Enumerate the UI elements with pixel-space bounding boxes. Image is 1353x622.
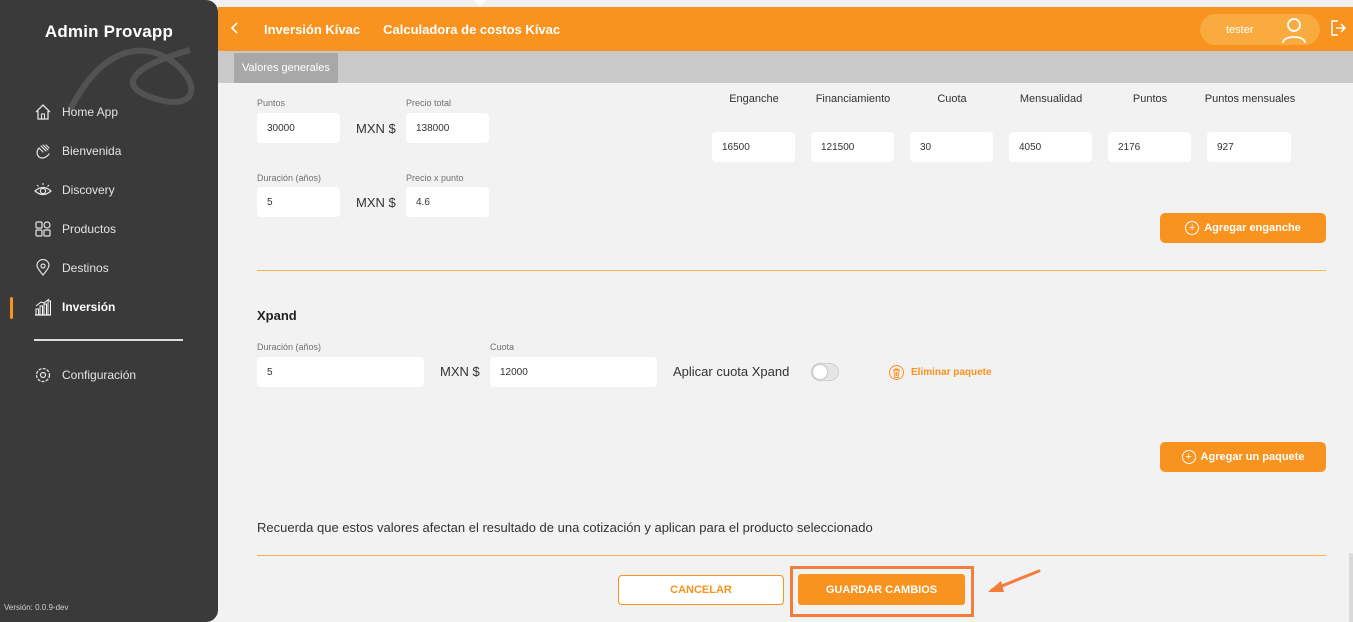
info-note: Recuerda que estos valores afectan el re… [257,520,873,535]
home-icon [34,103,52,121]
plus-circle-icon: + [1181,450,1196,464]
add-enganche-button[interactable]: + Agregar enganche [1160,213,1326,243]
gear-icon [34,366,52,384]
duracion-label: Duración (años) [257,173,322,183]
cancel-button[interactable]: CANCELAR [618,575,784,605]
currency-label: MXN $ [440,364,480,379]
xpand-cuota-label: Cuota [490,342,515,352]
sidebar-item-label: Discovery [62,183,115,197]
delete-package-link[interactable]: Eliminar paquete [889,365,992,380]
sidebar-divider [34,339,183,341]
puntos-mensuales-input[interactable]: 927 [1207,132,1291,162]
scrollbar-thumb[interactable] [1349,553,1353,622]
sidebar-item-productos[interactable]: Productos [34,218,116,240]
pointer-arrow-icon [988,569,1041,592]
breadcrumb-calculadora[interactable]: Calculadora de costos Kívac [383,22,560,37]
duracion-input[interactable]: 5 [257,187,340,217]
eye-icon [34,181,52,199]
mensualidad-input[interactable]: 4050 [1009,132,1092,162]
trash-icon [889,365,904,380]
financiamiento-input[interactable]: 121500 [811,132,894,162]
app-brand: Admin Provapp [44,22,174,41]
sidebar-item-discovery[interactable]: Discovery [34,179,115,201]
section-divider [257,270,1326,271]
sidebar-item-inversion[interactable]: Inversión [34,296,115,318]
xpand-title: Xpand [257,308,297,323]
active-indicator [10,297,13,319]
sidebar-item-label: Home App [62,105,119,119]
xpand-toggle[interactable] [811,363,839,381]
sidebar-item-home-app[interactable]: Home App [34,101,118,123]
puntos-input[interactable]: 30000 [257,113,340,143]
logout-icon[interactable] [1329,19,1347,42]
col-financiamiento: Financiamiento [815,93,891,105]
tab-valores-generales[interactable]: Valores generales [234,53,338,83]
location-pin-icon [34,259,52,277]
sidebar-item-label: Destinos [62,261,109,275]
add-package-label: Agregar un paquete [1200,451,1305,463]
col-mensualidad: Mensualidad [1019,93,1083,105]
sidebar-item-label: Productos [62,222,117,236]
xpand-toggle-label: Aplicar cuota Xpand [673,364,790,379]
sidebar-item-configuracion[interactable]: Configuración [34,364,136,386]
col-puntos-mensuales: Puntos mensuales [1204,93,1296,105]
sidebar-item-destinos[interactable]: Destinos [34,257,109,279]
active-tab-caret [474,0,486,7]
breadcrumb-inversion-kivac[interactable]: Inversión Kívac [264,22,360,37]
top-strip [218,0,1353,7]
tab-bar: Valores generales [218,51,1353,83]
precio-total-label: Precio total [406,98,452,108]
user-menu[interactable]: tester [1200,14,1320,45]
user-avatar-icon [1280,16,1308,49]
puntos-label: Puntos [257,98,286,108]
currency-label: MXN $ [356,121,396,136]
grid-icon [34,220,52,238]
sidebar-item-label: Configuración [62,368,137,382]
footer-divider [257,555,1326,556]
xpand-cuota-input[interactable]: 12000 [490,357,657,387]
username: tester [1226,23,1254,36]
bar-chart-icon [34,298,52,316]
wave-hand-icon [34,142,52,160]
xpand-duracion-label: Duración (años) [257,342,322,352]
col-cuota: Cuota [937,93,967,105]
xpand-duracion-input[interactable]: 5 [257,357,424,387]
app-version: Versión: 0.0.9-dev [4,603,69,612]
app-window: Admin Provapp Home App Bienvenida Discov… [0,0,1353,622]
add-enganche-label: Agregar enganche [1204,222,1301,234]
sidebar-item-label: Bienvenida [62,144,122,158]
top-header: Inversión Kívac Calculadora de costos Kí… [218,0,1353,51]
currency-label: MXN $ [356,195,396,210]
cuota-input[interactable]: 30 [910,132,993,162]
main-content: Puntos 30000 MXN $ Precio total 138000 D… [218,83,1353,622]
back-chevron-icon[interactable] [230,21,244,38]
save-changes-button[interactable]: GUARDAR CAMBIOS [798,574,965,605]
sidebar: Admin Provapp Home App Bienvenida Discov… [0,0,218,622]
col-enganche: Enganche [729,93,779,105]
enganche-input[interactable]: 16500 [712,132,795,162]
precio-total-input[interactable]: 138000 [406,113,489,143]
precio-punto-label: Precio x punto [406,173,464,183]
sidebar-item-label: Inversión [62,300,116,314]
plus-circle-icon: + [1185,221,1200,235]
sidebar-item-bienvenida[interactable]: Bienvenida [34,140,121,162]
col-puntos: Puntos [1132,93,1168,105]
add-package-button[interactable]: + Agregar un paquete [1160,442,1326,472]
delete-package-label: Eliminar paquete [911,367,992,378]
precio-punto-input[interactable]: 4.6 [406,187,489,217]
puntos-enganche-input[interactable]: 2176 [1108,132,1191,162]
